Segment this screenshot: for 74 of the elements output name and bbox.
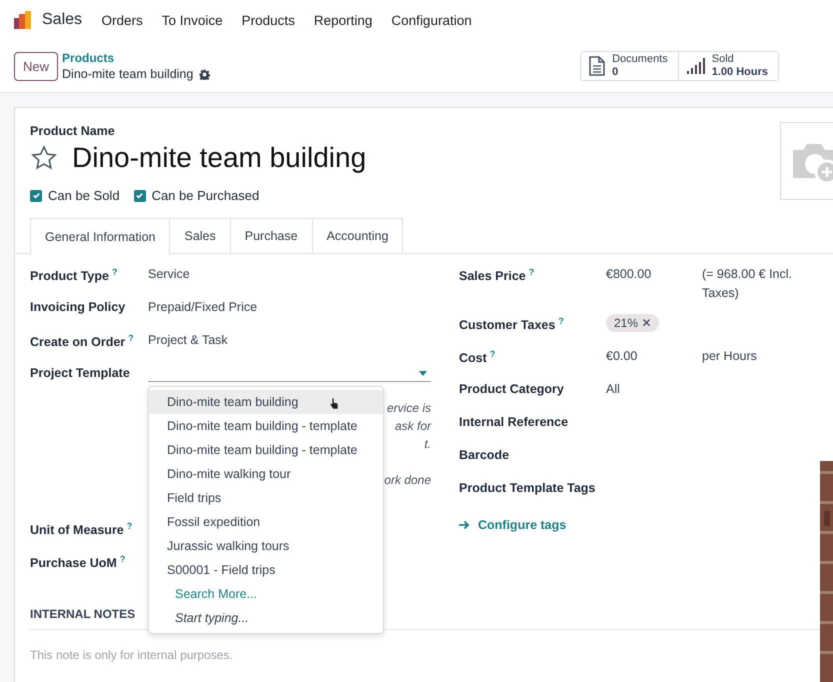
star-icon[interactable] <box>30 144 58 172</box>
field-label: Product Template Tags <box>459 481 596 495</box>
tab[interactable]: General Information <box>30 218 170 254</box>
configure-tags-link[interactable]: Configure tags <box>459 518 566 532</box>
gear-icon[interactable] <box>199 68 210 80</box>
field-note: per Hours <box>702 348 758 365</box>
field-label: Create on Order <box>30 335 126 350</box>
help-mark[interactable]: ? <box>128 333 134 343</box>
menu-item[interactable]: To Invoice <box>152 12 232 28</box>
field-value[interactable]: Service <box>148 267 190 281</box>
field-label: Invoicing Policy <box>30 300 126 314</box>
help-text: t. <box>424 436 431 453</box>
field-label: Cost <box>459 351 487 366</box>
tab[interactable]: Accounting <box>312 218 404 253</box>
field-label: Purchase UoM <box>30 556 117 570</box>
help-mark[interactable]: ? <box>490 349 496 359</box>
help-text: ork done <box>384 472 431 489</box>
help-text: ervice is <box>386 400 431 417</box>
app-name[interactable]: Sales <box>42 11 82 29</box>
document-icon <box>589 56 606 76</box>
smart-button[interactable]: Documents 0 <box>581 52 679 80</box>
tab[interactable]: Sales <box>170 218 231 253</box>
arrow-right-icon <box>459 520 470 530</box>
field-label: Customer Taxes <box>459 318 556 332</box>
help-mark[interactable]: ? <box>126 521 132 531</box>
menu-item[interactable]: Products <box>232 12 304 28</box>
check-mark-icon <box>135 191 144 200</box>
dropdown-option[interactable]: Jurassic walking tours <box>149 534 383 558</box>
hand-cursor-icon <box>329 397 339 410</box>
help-mark[interactable]: ? <box>528 267 534 277</box>
help-mark[interactable]: ? <box>558 316 564 326</box>
signal-bars-icon <box>686 58 705 74</box>
field-label: Barcode <box>459 448 510 462</box>
dropdown-option[interactable]: Dino-mite team building - template <box>149 414 383 438</box>
breadcrumb-link[interactable]: Products <box>62 51 210 65</box>
menu-item[interactable]: Orders <box>92 12 152 28</box>
field-label: Product Category <box>459 382 564 396</box>
dropdown-option[interactable]: S00001 - Field trips <box>149 558 383 582</box>
app-logo-icon[interactable] <box>13 10 33 30</box>
checkbox-label: Can be Purchased <box>152 188 260 203</box>
product-name[interactable]: Dino-mite team building <box>72 142 366 174</box>
caret-icon <box>419 371 427 376</box>
new-button[interactable]: New <box>14 52 58 80</box>
checkbox-label: Can be Sold <box>48 188 120 203</box>
help-text: ask for <box>394 418 431 435</box>
field-value[interactable]: €800.00 <box>606 267 702 281</box>
checkbox[interactable] <box>30 190 42 202</box>
dropdown-option[interactable]: Field trips <box>149 486 383 510</box>
dropdown-option[interactable]: Dino-mite team building - template <box>149 438 383 462</box>
checkbox[interactable] <box>134 190 146 202</box>
dropdown-option[interactable]: Dino-mite walking tour <box>149 462 383 486</box>
tax-tag[interactable]: 21% ✕ <box>606 314 660 332</box>
dropdown-option[interactable]: Dino-mite team building <box>149 390 383 414</box>
check-mark-icon <box>32 191 40 200</box>
field-label: Unit of Measure <box>30 523 124 538</box>
field-value[interactable]: Project & Task <box>148 333 228 347</box>
menu-item[interactable]: Configuration <box>382 12 482 28</box>
field-label: Project Template <box>30 366 130 380</box>
menu-item[interactable]: Reporting <box>304 12 382 28</box>
field-value[interactable]: Prepaid/Fixed Price <box>148 300 258 314</box>
field-label: Product Type <box>30 269 109 284</box>
field-note: (= 968.00 € Incl. Taxes) <box>702 266 793 302</box>
help-mark[interactable]: ? <box>112 267 118 277</box>
record-title: Dino-mite team building <box>62 67 194 81</box>
start-typing-hint: Start typing... <box>174 610 250 627</box>
field-label: Sales Price <box>459 269 526 284</box>
field-label: Internal Reference <box>459 415 568 429</box>
field-label: Product Name <box>30 124 116 138</box>
tab[interactable]: Purchase <box>230 218 313 253</box>
dropdown-option[interactable]: Fossil expedition <box>149 510 383 534</box>
help-mark[interactable]: ? <box>120 554 126 564</box>
field-value[interactable]: €0.00 <box>606 349 702 363</box>
search-more-link[interactable]: Search More... <box>149 582 383 606</box>
field-value[interactable]: All <box>606 382 702 396</box>
